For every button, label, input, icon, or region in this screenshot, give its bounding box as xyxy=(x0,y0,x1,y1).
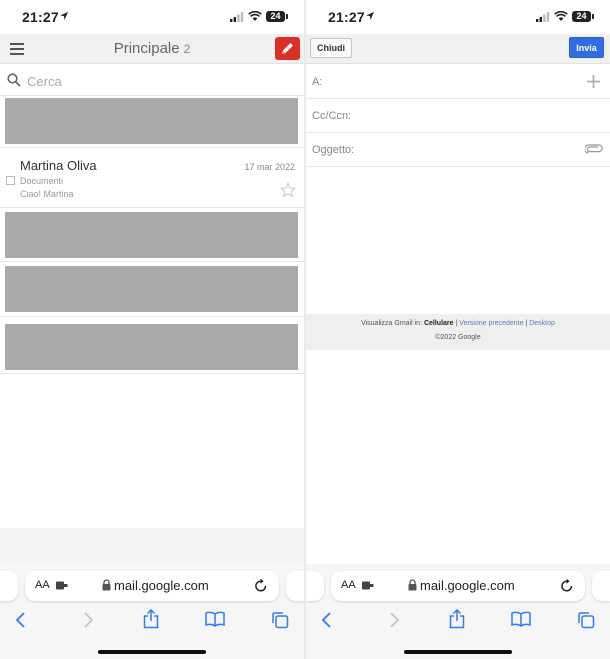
next-tab[interactable] xyxy=(592,571,610,601)
previous-tab[interactable] xyxy=(306,571,324,601)
pencil-icon xyxy=(282,43,293,54)
divider xyxy=(0,373,304,374)
plus-icon[interactable] xyxy=(586,74,601,89)
status-time: 21:27 xyxy=(328,9,365,25)
to-field[interactable] xyxy=(356,73,556,91)
browser-toolbar: AA mail.google.com xyxy=(306,564,610,659)
list-item[interactable]: Martina Oliva 17 mar 2022 Documenti Ciao… xyxy=(0,148,304,208)
view-previous-link[interactable]: Versione precedente xyxy=(459,320,523,327)
reload-icon[interactable] xyxy=(560,578,574,593)
redacted-message-1[interactable] xyxy=(5,98,298,144)
address-bar[interactable]: AA mail.google.com xyxy=(25,571,279,601)
tabs-icon[interactable] xyxy=(271,611,289,629)
copyright: ©2022 Google xyxy=(435,334,481,341)
status-time: 21:27 xyxy=(22,9,59,25)
search-icon xyxy=(7,73,21,87)
search-bar xyxy=(0,65,304,96)
home-indicator xyxy=(404,650,512,654)
back-icon[interactable] xyxy=(15,611,27,629)
redacted-message-4[interactable] xyxy=(5,324,298,370)
url-text: mail.google.com xyxy=(114,578,209,593)
divider xyxy=(0,316,304,317)
reload-icon[interactable] xyxy=(254,578,268,593)
redacted-message-2[interactable] xyxy=(5,212,298,258)
inbox-toolbar: Principale 2 xyxy=(0,34,304,64)
battery-icon: 24 xyxy=(572,11,591,22)
page-title: Principale 2 xyxy=(0,40,304,57)
search-input[interactable] xyxy=(27,71,287,91)
divider xyxy=(0,207,304,208)
inbox-title: Principale xyxy=(113,40,180,57)
inbox-screen: 21:27 24 Principale2 Martina Oliva 17 ma… xyxy=(0,0,304,659)
battery-icon: 24 xyxy=(266,11,285,22)
message-date: 17 mar 2022 xyxy=(244,162,295,172)
message-checkbox[interactable] xyxy=(6,176,15,185)
view-mode-line: Visualizza Gmail in: Cellulare | Version… xyxy=(306,320,610,327)
location-arrow-icon xyxy=(60,12,68,20)
subject-row: Oggetto: xyxy=(306,133,610,167)
to-label: A: xyxy=(312,76,323,88)
redacted-message-3[interactable] xyxy=(5,266,298,312)
cc-row: Cc/Ccn: xyxy=(306,99,610,133)
wifi-icon xyxy=(554,11,568,21)
previous-tab[interactable] xyxy=(0,571,18,601)
message-sender: Martina Oliva xyxy=(20,158,97,173)
view-desktop-link[interactable]: Desktop xyxy=(529,320,555,327)
cellular-signal-icon xyxy=(230,12,244,22)
browser-toolbar: AA mail.google.com xyxy=(0,564,304,659)
text-size-button[interactable]: AA xyxy=(35,579,50,591)
view-separator: | xyxy=(525,320,528,327)
view-separator: | xyxy=(455,320,458,327)
unread-count: 2 xyxy=(183,42,191,56)
send-button[interactable]: Invia xyxy=(569,37,604,58)
view-footer: Visualizza Gmail in: Cellulare | Version… xyxy=(306,314,610,350)
forward-icon[interactable] xyxy=(388,611,400,629)
bookmarks-icon[interactable] xyxy=(511,611,531,627)
browser-nav xyxy=(306,609,610,635)
to-row: A: xyxy=(306,65,610,99)
compose-screen: 21:27 24 Chiudi Invia A: Cc/Ccn: Oggetto… xyxy=(306,0,610,659)
page-footer-area xyxy=(0,528,304,564)
cellular-signal-icon xyxy=(536,12,550,22)
divider xyxy=(0,261,304,262)
share-icon[interactable] xyxy=(449,609,465,629)
cc-label: Cc/Ccn: xyxy=(312,110,352,122)
tabs-icon[interactable] xyxy=(577,611,595,629)
back-icon[interactable] xyxy=(321,611,333,629)
lock-icon xyxy=(102,579,111,591)
forward-icon[interactable] xyxy=(82,611,94,629)
battery-tip xyxy=(592,14,594,19)
wifi-icon xyxy=(248,11,262,21)
share-icon[interactable] xyxy=(143,609,159,629)
extension-icon[interactable] xyxy=(56,580,68,591)
subject-label: Oggetto: xyxy=(312,144,355,156)
view-current: Cellulare xyxy=(423,320,454,327)
subject-field[interactable] xyxy=(356,141,556,159)
compose-button[interactable] xyxy=(275,37,300,60)
extension-icon[interactable] xyxy=(362,580,374,591)
lock-icon xyxy=(408,579,417,591)
message-body[interactable] xyxy=(306,168,610,314)
location-arrow-icon xyxy=(366,12,374,20)
compose-toolbar: Chiudi Invia xyxy=(306,34,610,64)
next-tab[interactable] xyxy=(286,571,304,601)
status-bar: 21:27 24 xyxy=(306,0,610,34)
url-text: mail.google.com xyxy=(420,578,515,593)
address-bar[interactable]: AA mail.google.com xyxy=(331,571,585,601)
status-bar: 21:27 24 xyxy=(0,0,304,34)
close-button[interactable]: Chiudi xyxy=(310,38,352,58)
home-indicator xyxy=(98,650,206,654)
browser-nav xyxy=(0,609,304,635)
star-icon[interactable] xyxy=(280,182,296,198)
text-size-button[interactable]: AA xyxy=(341,579,356,591)
message-snippet: Ciao! Martina xyxy=(20,189,74,199)
view-prefix: Visualizza Gmail in: xyxy=(361,320,423,327)
paperclip-icon[interactable] xyxy=(585,144,603,154)
cc-field[interactable] xyxy=(356,107,556,125)
message-subject: Documenti xyxy=(20,176,64,186)
battery-tip xyxy=(286,14,288,19)
bookmarks-icon[interactable] xyxy=(205,611,225,627)
